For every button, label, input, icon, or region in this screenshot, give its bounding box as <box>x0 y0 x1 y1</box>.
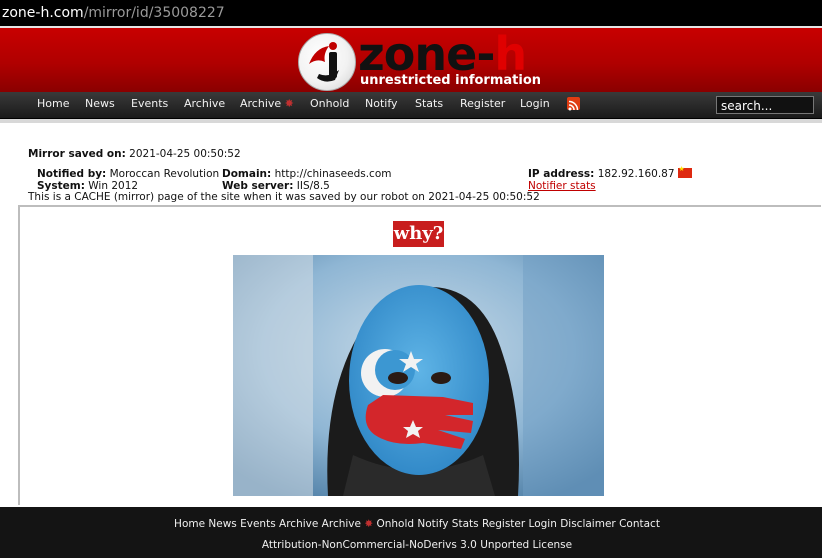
url-host: zone-h.com <box>2 5 84 21</box>
domain-info: Domain: http://chinaseeds.com <box>222 168 392 180</box>
nav-stats[interactable]: Stats <box>415 92 443 118</box>
address-bar[interactable]: zone-h.com/mirror/id/35008227 <box>0 0 822 26</box>
logo-wordmark: zone-h <box>358 27 527 81</box>
nav-archive-special[interactable]: Archive ✸ <box>240 92 294 118</box>
nav-events[interactable]: Events <box>131 92 168 118</box>
masked-protester-image <box>233 255 604 496</box>
footer-stats[interactable]: Stats <box>452 518 479 530</box>
footer-notify[interactable]: Notify <box>417 518 448 530</box>
footer-events[interactable]: Events <box>240 518 276 530</box>
nav-onhold[interactable]: Onhold <box>310 92 349 118</box>
footer-contact[interactable]: Contact <box>619 518 660 530</box>
site-footer: Home News Events Archive Archive ✸ Onhol… <box>0 507 822 558</box>
ip-info: IP address: 182.92.160.87 <box>528 165 692 180</box>
site-logo[interactable]: zone-h unrestricted information <box>298 27 558 93</box>
site-banner: zone-h unrestricted information <box>0 26 822 92</box>
cache-note: This is a CACHE (mirror) page of the sit… <box>28 191 540 203</box>
rss-icon[interactable] <box>567 97 580 111</box>
mirror-heading: why? <box>393 221 444 247</box>
star-icon: ✸ <box>364 518 374 530</box>
search-input[interactable]: search... <box>716 96 814 114</box>
footer-login[interactable]: Login <box>529 518 557 530</box>
footer-links: Home News Events Archive Archive ✸ Onhol… <box>0 518 822 530</box>
footer-disclaimer[interactable]: Disclaimer <box>560 518 616 530</box>
logo-emblem-icon <box>298 33 356 91</box>
star-icon: ✸ <box>284 97 294 110</box>
license-link[interactable]: Attribution-NonCommercial-NoDerivs 3.0 U… <box>0 539 822 551</box>
footer-onhold[interactable]: Onhold <box>376 518 414 530</box>
footer-news[interactable]: News <box>208 518 236 530</box>
url-path: /mirror/id/35008227 <box>83 5 225 21</box>
footer-archive-special[interactable]: Archive ✸ <box>322 518 373 530</box>
footer-register[interactable]: Register <box>482 518 525 530</box>
nav-register[interactable]: Register <box>460 92 505 118</box>
nav-archive[interactable]: Archive <box>184 92 225 118</box>
china-flag-icon <box>677 165 692 178</box>
mirror-saved: Mirror saved on: 2021-04-25 00:50:52 <box>28 148 241 160</box>
nav-news[interactable]: News <box>85 92 115 118</box>
notified-by: Notified by: Moroccan Revolution <box>37 168 220 180</box>
nav-login[interactable]: Login <box>520 92 550 118</box>
nav-home[interactable]: Home <box>37 92 69 118</box>
footer-archive[interactable]: Archive <box>279 518 318 530</box>
main-nav: Home News Events Archive Archive ✸ Onhol… <box>0 92 822 119</box>
logo-tagline: unrestricted information <box>360 73 542 88</box>
nav-divider <box>0 119 822 123</box>
nav-notify[interactable]: Notify <box>365 92 398 118</box>
footer-home[interactable]: Home <box>174 518 205 530</box>
